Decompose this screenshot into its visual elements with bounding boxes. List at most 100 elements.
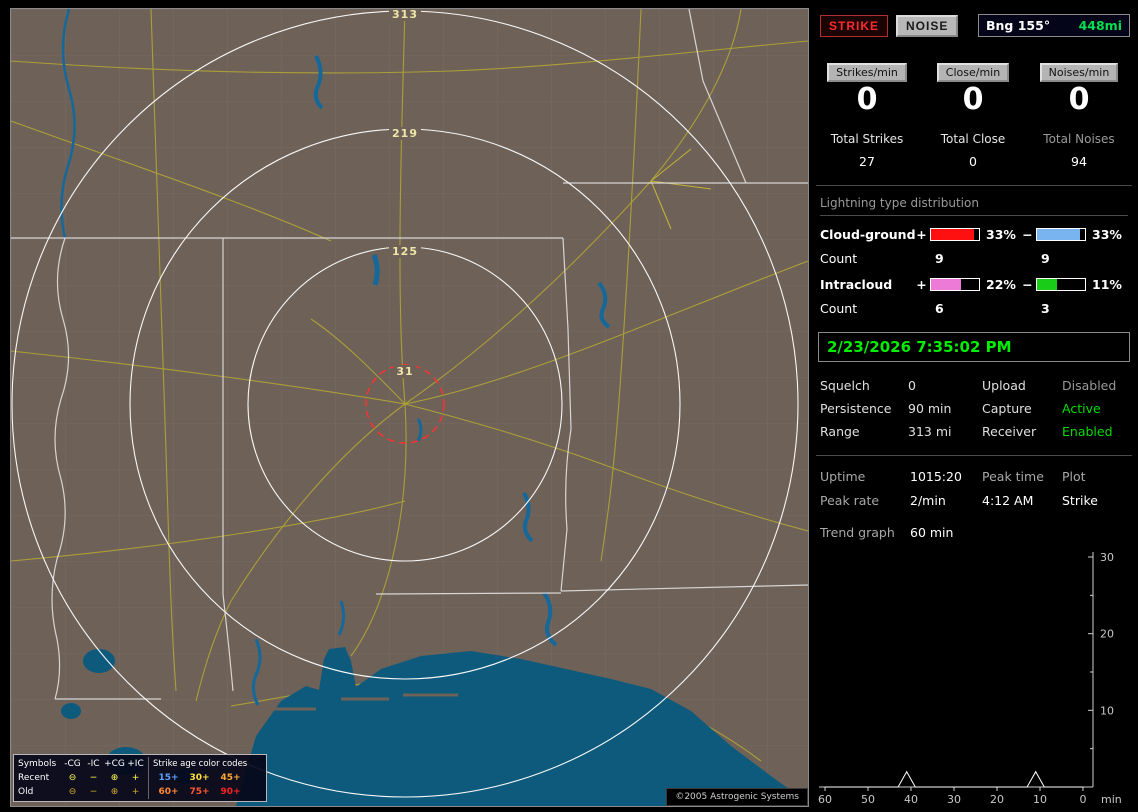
totals-row: Total Strikes 27 Total Close 0 Total Noi…	[814, 132, 1134, 169]
cg-negative-bar	[1036, 228, 1086, 241]
legend-header-row: Symbols -CG -IC +CG +IC Strike age color…	[18, 757, 262, 771]
stats-grid: Uptime 1015:20 Peak time Plot Peak rate …	[820, 469, 1128, 508]
svg-text:50: 50	[861, 793, 875, 806]
legend-col-neg-cg: -CG	[64, 759, 81, 769]
uptime-label: Uptime	[820, 469, 866, 484]
age-15: 15+	[158, 773, 179, 783]
svg-text:20: 20	[990, 793, 1004, 806]
cloud-ground-row: Cloud-ground + 33% − 33%	[820, 227, 1128, 242]
total-strikes-label: Total Strikes	[830, 132, 904, 146]
distribution-title: Lightning type distribution	[820, 196, 1128, 216]
bearing-label: Bng 155°	[986, 18, 1051, 33]
svg-text:30: 30	[947, 793, 961, 806]
close-per-min-counter: Close/min 0	[920, 63, 1026, 116]
cg-positive-count: 9	[935, 251, 944, 266]
cg-negative-count: 9	[1041, 251, 1050, 266]
trend-graph-header: Trend graph 60 min	[820, 525, 1128, 540]
receiver-label: Receiver	[982, 424, 1037, 439]
minus-sign: −	[1022, 227, 1033, 242]
plus-sign: +	[916, 277, 927, 292]
plus-sign: +	[916, 227, 927, 242]
cloud-ground-count-row: Count 9 9	[820, 251, 1128, 266]
ic-negative-pct: 11%	[1092, 277, 1122, 292]
total-close-label: Total Close	[940, 132, 1006, 146]
old-age-codes: 60+ 75+ 90+	[148, 785, 262, 799]
peak-time-label: Peak time	[982, 469, 1044, 484]
svg-text:min: min	[1101, 793, 1122, 806]
range-label-125: 125	[389, 245, 421, 258]
rate-counters: Strikes/min 0 Close/min 0 Noises/min 0	[814, 63, 1134, 116]
age-75: 75+	[189, 787, 210, 797]
cg-negative-pct: 33%	[1092, 227, 1122, 242]
legend-symbols-header: Symbols	[18, 759, 57, 769]
old-pos-cg-icon: ⊕	[110, 787, 119, 797]
range-value: 313 mi	[908, 424, 952, 439]
range-label-31: 31	[393, 365, 417, 378]
legend-recent-row: Recent ⊖ − ⊕ + 15+ 30+ 45+	[18, 771, 262, 785]
strikes-per-min-button[interactable]: Strikes/min	[827, 63, 907, 82]
strike-mode-button[interactable]: STRIKE	[820, 14, 889, 37]
minus-sign: −	[1022, 277, 1033, 292]
squelch-value: 0	[908, 378, 916, 393]
close-per-min-button[interactable]: Close/min	[936, 63, 1010, 82]
noise-mode-button[interactable]: NOISE	[896, 14, 959, 37]
total-close-value: 0	[969, 154, 977, 169]
trend-chart: 10 20 30 60 50 40 30 20 10 0 min	[818, 551, 1122, 806]
legend-col-pos-ic: +IC	[127, 759, 144, 769]
receiver-status: Enabled	[1062, 424, 1113, 439]
upload-status: Disabled	[1062, 378, 1117, 393]
capture-status: Active	[1062, 401, 1101, 416]
plot-value: Strike	[1062, 493, 1098, 508]
cg-positive-bar	[930, 228, 980, 241]
recent-neg-ic-icon: −	[89, 773, 98, 783]
divider	[816, 185, 1132, 186]
svg-text:60: 60	[818, 793, 832, 806]
ic-positive-count: 6	[935, 301, 944, 316]
plot-label: Plot	[1062, 469, 1086, 484]
capture-label: Capture	[982, 401, 1032, 416]
age-30: 30+	[189, 773, 210, 783]
legend-recent-label: Recent	[18, 773, 50, 783]
ic-positive-pct: 22%	[986, 277, 1016, 292]
close-per-min-value: 0	[962, 82, 984, 117]
top-button-row: STRIKE NOISE Bng 155° 448mi	[820, 14, 1130, 37]
legend-col-neg-ic: -IC	[87, 759, 100, 769]
noises-per-min-counter: Noises/min 0	[1026, 63, 1132, 116]
intracloud-count-row: Count 6 3	[820, 301, 1128, 316]
legend-age-header: Strike age color codes	[148, 757, 262, 771]
svg-text:30: 30	[1100, 551, 1114, 564]
copyright-notice: ©2005 Astrogenic Systems	[666, 788, 808, 806]
ic-negative-bar	[1036, 278, 1086, 291]
status-panel: STRIKE NOISE Bng 155° 448mi Strikes/min …	[814, 0, 1134, 812]
total-strikes-value: 27	[859, 154, 875, 169]
total-noises: Total Noises 94	[1026, 132, 1132, 169]
cloud-ground-label: Cloud-ground	[820, 227, 916, 242]
old-pos-ic-icon: +	[131, 787, 140, 797]
cg-positive-bar-fill	[931, 229, 975, 240]
noises-per-min-button[interactable]: Noises/min	[1039, 63, 1119, 82]
range-label-219: 219	[389, 127, 421, 140]
legend-col-pos-cg: +CG	[104, 759, 125, 769]
age-90: 90+	[220, 787, 241, 797]
recent-pos-cg-icon: ⊕	[110, 773, 119, 783]
range-label-313: 313	[389, 9, 421, 21]
total-noises-label: Total Noises	[1043, 132, 1115, 146]
noises-per-min-value: 0	[1068, 82, 1090, 117]
strikes-per-min-counter: Strikes/min 0	[814, 63, 920, 116]
lightning-map[interactable]: 313 219 125 31 Symbols -CG -IC +CG +IC S…	[10, 8, 809, 807]
peak-rate-value: 2/min	[910, 493, 946, 508]
count-label: Count	[820, 251, 858, 266]
datetime-display: 2/23/2026 7:35:02 PM	[818, 332, 1130, 362]
bearing-distance: 448mi	[1078, 18, 1122, 33]
legend-old-row: Old ⊖ − ⊕ + 60+ 75+ 90+	[18, 785, 262, 799]
range-label: Range	[820, 424, 860, 439]
recent-neg-cg-icon: ⊖	[68, 773, 77, 783]
age-45: 45+	[220, 773, 241, 783]
persistence-label: Persistence	[820, 401, 892, 416]
uptime-value: 1015:20	[910, 469, 962, 484]
squelch-label: Squelch	[820, 378, 870, 393]
strike-legend: Symbols -CG -IC +CG +IC Strike age color…	[13, 754, 267, 802]
cg-negative-bar-fill	[1037, 229, 1081, 240]
total-strikes: Total Strikes 27	[814, 132, 920, 169]
old-neg-ic-icon: −	[89, 787, 98, 797]
